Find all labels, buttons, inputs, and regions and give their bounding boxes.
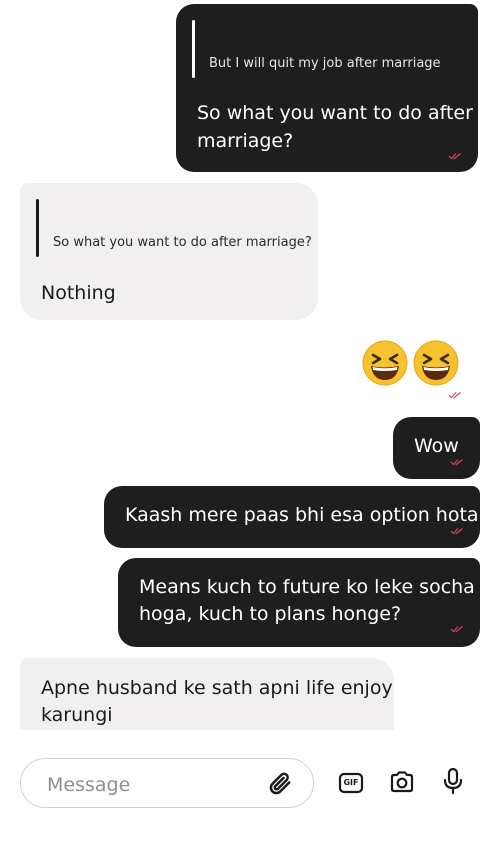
- read-receipt-icon: [448, 391, 462, 399]
- gif-icon[interactable]: GIF: [336, 768, 366, 798]
- gif-icon-label: GIF: [343, 778, 359, 787]
- message-bubble-incoming[interactable]: So what you want to do after marriage? N…: [20, 183, 318, 320]
- reply-quote-bar: [36, 199, 39, 257]
- message-text-line: Wow: [414, 435, 459, 457]
- message-text-line: So what you want to do after: [197, 102, 473, 124]
- message-text-line: karungi: [41, 704, 113, 726]
- message-input-container[interactable]: [20, 758, 314, 808]
- message-bubble-outgoing[interactable]: But I will quit my job after marriage So…: [176, 4, 478, 172]
- reply-quote-bar: [192, 20, 195, 78]
- message-text-line: Apne husband ke sath apni life enjoy: [41, 677, 393, 699]
- microphone-icon[interactable]: [438, 766, 468, 796]
- reply-quote-text: So what you want to do after marriage?: [53, 235, 312, 250]
- message-text-line: Nothing: [41, 282, 116, 304]
- reply-quote-text: But I will quit my job after marriage: [209, 56, 441, 71]
- message-text-line: hoga, kuch to plans honge?: [139, 603, 402, 625]
- paperclip-icon[interactable]: [265, 768, 295, 798]
- message-composer: GIF: [0, 730, 500, 865]
- message-text-line: Kaash mere paas bhi esa option hota: [125, 504, 479, 526]
- message-bubble-outgoing[interactable]: Kaash mere paas bhi esa option hota: [104, 486, 480, 548]
- read-receipt-icon: [450, 625, 464, 633]
- camera-icon[interactable]: [387, 767, 417, 797]
- grinning-squinting-face-emoji: [413, 340, 459, 386]
- message-input[interactable]: [45, 770, 269, 800]
- message-text-line: Means kuch to future ko leke socha: [139, 576, 475, 598]
- read-receipt-icon: [450, 527, 464, 535]
- read-receipt-icon: [448, 152, 462, 160]
- read-receipt-icon: [450, 458, 464, 466]
- message-bubble-outgoing[interactable]: Means kuch to future ko leke socha hoga,…: [118, 558, 480, 647]
- message-bubble-outgoing[interactable]: Wow: [393, 417, 480, 479]
- grinning-squinting-face-emoji: [362, 340, 408, 386]
- message-text-line: marriage?: [197, 130, 294, 152]
- message-bubble-incoming[interactable]: Apne husband ke sath apni life enjoy kar…: [20, 658, 394, 730]
- chat-thread: But I will quit my job after marriage So…: [0, 0, 500, 730]
